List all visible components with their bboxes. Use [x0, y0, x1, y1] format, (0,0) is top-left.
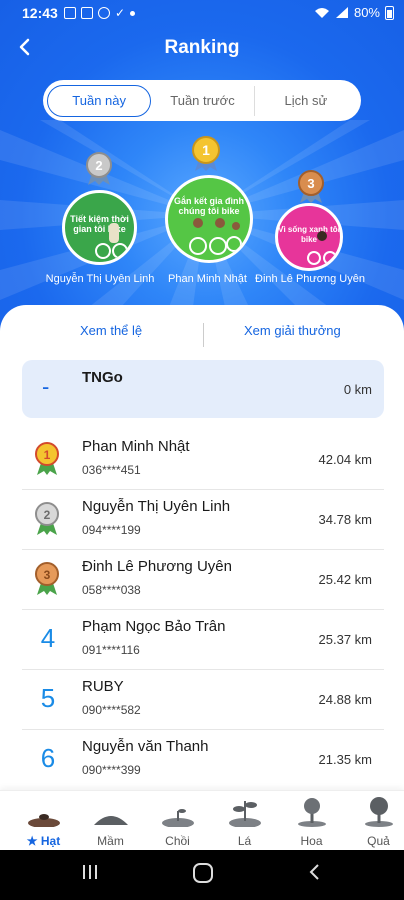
battery-percent: 80% [353, 5, 380, 20]
home-icon[interactable] [192, 862, 214, 884]
links-divider [203, 323, 204, 347]
back-icon[interactable] [305, 862, 325, 882]
podium-second-name: Nguyễn Thị Uyên Linh [45, 273, 155, 285]
gold-medal-icon: 1 [35, 442, 59, 475]
my-rank-card: - TNGo 0 km [22, 360, 384, 418]
row-distance: 21.35 km [318, 752, 372, 767]
podium-first-avatar: Gắn kết gia đình chúng tôi bike [165, 175, 253, 263]
row-rank: 4 [40, 623, 56, 653]
my-name: TNGo [82, 369, 123, 386]
svg-text:2: 2 [95, 158, 102, 173]
svg-text:1: 1 [202, 142, 210, 158]
wifi-icon [314, 8, 329, 18]
tab-history[interactable]: Lịch sử [255, 86, 357, 116]
podium-second-avatar: Tiết kiệm thời gian tôi bike [62, 190, 137, 265]
row-phone: 094****199 [82, 523, 141, 537]
dot-icon [130, 10, 136, 16]
nav-choi[interactable]: Chồi [144, 791, 211, 851]
row-name: Nguyễn Thị Uyên Linh [82, 498, 231, 515]
recent-apps-icon[interactable] [80, 862, 100, 882]
row-distance: 25.42 km [318, 572, 372, 587]
ranking-row[interactable]: 5 RUBY 090****582 24.88 km [22, 670, 384, 730]
silver-medal-icon: 2 [86, 152, 112, 185]
fruit-tree-icon [365, 797, 393, 827]
svg-text:3: 3 [44, 568, 51, 582]
page-title: Ranking [164, 37, 240, 58]
nav-la[interactable]: Lá [211, 791, 278, 851]
status-bar: 12:43 ✓ 80% [0, 0, 404, 26]
ranking-sheet: Xem thể lệ Xem giải thưởng - TNGo 0 km 1… [0, 305, 404, 790]
row-phone: 091****116 [82, 643, 140, 657]
ranking-row[interactable]: 2 Nguyễn Thị Uyên Linh 094****199 34.78 … [22, 490, 384, 550]
row-distance: 25.37 km [318, 632, 372, 647]
ranking-row[interactable]: 6 Nguyễn văn Thanh 090****399 21.35 km [22, 730, 384, 790]
silver-medal-icon: 2 [35, 502, 59, 535]
gallery-icon [64, 7, 76, 19]
svg-text:1: 1 [44, 448, 51, 462]
tab-this-week[interactable]: Tuần này [47, 84, 152, 117]
ranking-row[interactable]: 1 Phan Minh Nhật 036****451 42.04 km [22, 430, 384, 490]
row-phone: 090****399 [82, 763, 141, 777]
row-name: Nguyễn văn Thanh [82, 738, 209, 755]
bronze-medal-icon: 3 [35, 562, 59, 595]
links-bar: Xem thể lệ Xem giải thưởng [0, 315, 404, 347]
podium-third-name: Đinh Lê Phương Uyên [255, 273, 365, 285]
my-distance: 0 km [343, 382, 372, 397]
row-name: RUBY [82, 678, 124, 695]
rules-link[interactable]: Xem thể lệ [80, 323, 142, 338]
prizes-link[interactable]: Xem giải thưởng [244, 323, 341, 338]
message-icon [81, 7, 93, 19]
bottom-navigation: ★ Hạt Mầm Chồi Lá Hoa Quả [0, 790, 404, 850]
row-phone: 090****582 [82, 703, 141, 717]
podium-third-avatar: Vì sống xanh tôi bike [275, 203, 343, 271]
row-phone: 036****451 [82, 463, 141, 477]
gold-medal-icon: 1 [192, 136, 220, 171]
leaf-plant-icon [229, 801, 261, 827]
row-name: Đinh Lê Phương Uyên [82, 558, 232, 575]
nav-mam[interactable]: Mầm [77, 791, 144, 851]
row-distance: 24.88 km [318, 692, 372, 707]
row-rank: 6 [40, 743, 56, 773]
row-name: Phan Minh Nhật [82, 438, 190, 455]
bud-icon [162, 809, 194, 827]
row-name: Phạm Ngọc Bảo Trân [82, 618, 226, 635]
battery-icon [385, 5, 394, 20]
svg-text:2: 2 [44, 508, 51, 522]
tab-last-week[interactable]: Tuần trước [151, 85, 255, 116]
svg-text:3: 3 [307, 176, 314, 191]
my-rank: - [42, 374, 50, 399]
period-tabs: Tuần này Tuần trước Lịch sử [43, 80, 361, 121]
signal-icon [335, 7, 348, 18]
check-icon: ✓ [115, 6, 126, 20]
row-distance: 34.78 km [318, 512, 372, 527]
nav-hat[interactable]: ★ Hạt [10, 791, 77, 851]
system-navigation-bar [0, 850, 404, 900]
row-phone: 058****038 [82, 583, 141, 597]
row-distance: 42.04 km [318, 452, 372, 467]
skype-icon [98, 7, 110, 19]
nav-qua[interactable]: Quả [345, 791, 404, 851]
flower-tree-icon [298, 798, 326, 827]
row-rank: 5 [40, 683, 56, 713]
ranking-row[interactable]: 4 Phạm Ngọc Bảo Trân 091****116 25.37 km [22, 610, 384, 670]
ranking-row[interactable]: 3 Đinh Lê Phương Uyên 058****038 25.42 k… [22, 550, 384, 610]
seed-icon [28, 814, 60, 827]
sprout-mound-icon [94, 816, 128, 825]
nav-hoa[interactable]: Hoa [278, 791, 345, 851]
status-time: 12:43 [22, 5, 58, 21]
bronze-medal-icon: 3 [298, 170, 324, 203]
